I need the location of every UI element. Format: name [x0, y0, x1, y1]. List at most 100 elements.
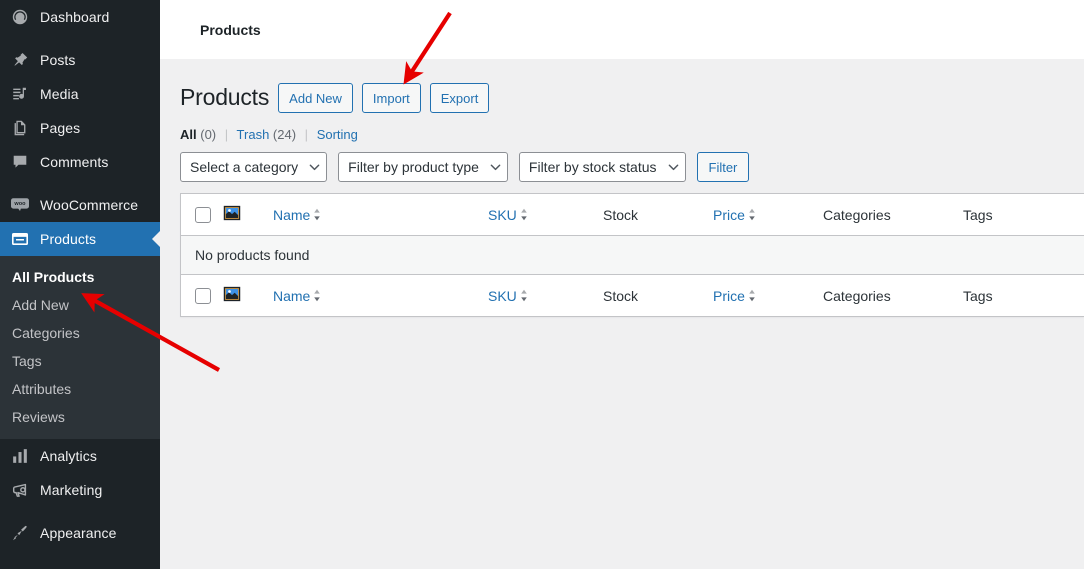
sidebar-item-comments[interactable]: Comments — [0, 145, 160, 179]
view-trash-link[interactable]: Trash — [237, 127, 270, 142]
sidebar-item-label: Products — [40, 231, 97, 247]
admin-screen: Dashboard Posts Media Pages Comments woo WooCo… — [0, 0, 1084, 569]
column-label: Categories — [823, 206, 891, 223]
main-content: Products Add New Import Export All (0) |… — [160, 59, 1084, 569]
column-tags: Tags — [963, 194, 1084, 236]
breadcrumb: Products — [200, 22, 261, 38]
sidebar-item-media[interactable]: Media — [0, 77, 160, 111]
sidebar-separator — [0, 179, 160, 188]
column-label: Stock — [603, 206, 639, 223]
sidebar-item-woocommerce[interactable]: woo WooCommerce — [0, 188, 160, 222]
column-label: SKU — [488, 287, 517, 304]
column-label: Name — [273, 287, 311, 304]
import-button[interactable]: Import — [361, 83, 421, 113]
sort-indicator-icon — [313, 289, 321, 302]
column-checkbox[interactable] — [181, 194, 223, 236]
top-bar: Products — [160, 0, 1084, 59]
column-thumbnail — [223, 194, 273, 236]
submenu-item-categories[interactable]: Categories — [0, 319, 160, 347]
column-price[interactable]: Price — [713, 194, 823, 236]
pin-icon — [10, 50, 30, 70]
table-footer-row: Name SKU Stock Price Categories Tags — [181, 274, 1084, 316]
submenu-item-tags[interactable]: Tags — [0, 347, 160, 375]
admin-sidebar: Dashboard Posts Media Pages Comments woo WooCo… — [0, 0, 160, 569]
column-price-sort-link[interactable]: Price — [713, 207, 756, 223]
product-type-filter-select[interactable]: Filter by product type — [338, 152, 508, 182]
sidebar-item-label: Pages — [40, 120, 81, 136]
sidebar-item-posts[interactable]: Posts — [0, 43, 160, 77]
products-table: Name SKU Stock Price Categories Tags No produ… — [180, 193, 1084, 317]
thumbnail-icon — [223, 204, 241, 222]
product-type-filter-value: Filter by product type — [348, 159, 479, 175]
column-label: Price — [713, 287, 745, 304]
page-title: Products — [180, 84, 270, 111]
view-filter-links: All (0) | Trash (24) | Sorting — [180, 127, 1084, 142]
products-icon — [10, 229, 30, 249]
sort-indicator-icon — [520, 289, 528, 302]
submenu-item-add-new[interactable]: Add New — [0, 291, 160, 319]
thumbnail-icon — [223, 285, 241, 303]
category-filter-select[interactable]: Select a category — [180, 152, 328, 182]
pages-icon — [10, 118, 30, 138]
column-thumbnail — [223, 274, 273, 316]
select-all-checkbox[interactable] — [195, 287, 211, 304]
sidebar-item-dashboard[interactable]: Dashboard — [0, 0, 160, 34]
column-name-sort-link[interactable]: Name — [273, 207, 321, 223]
select-all-checkbox[interactable] — [195, 206, 211, 223]
submenu-item-reviews[interactable]: Reviews — [0, 403, 160, 431]
view-all-label[interactable]: All — [180, 127, 197, 142]
column-categories: Categories — [823, 194, 963, 236]
table-empty-row: No products found — [181, 235, 1084, 275]
sidebar-item-appearance[interactable]: Appearance — [0, 516, 160, 550]
filter-bar: Select a category Filter by product type… — [180, 152, 1084, 182]
column-sku-sort-link[interactable]: SKU — [488, 288, 528, 304]
view-sorting-link[interactable]: Sorting — [317, 127, 358, 142]
empty-message: No products found — [181, 235, 1084, 275]
products-submenu: All Products Add New Categories Tags Attribu… — [0, 256, 160, 439]
submenu-item-attributes[interactable]: Attributes — [0, 375, 160, 403]
column-name[interactable]: Name — [273, 194, 488, 236]
svg-text:woo: woo — [13, 201, 26, 207]
chevron-down-icon — [668, 162, 678, 171]
table-head: Name SKU Stock Price Categories Tags — [181, 194, 1084, 236]
column-stock: Stock — [603, 194, 713, 236]
sidebar-separator — [0, 507, 160, 516]
megaphone-icon — [10, 480, 30, 500]
sidebar-item-label: Analytics — [40, 448, 97, 464]
sidebar-menu-bottom: Analytics Marketing Appearance — [0, 439, 160, 550]
sort-indicator-icon — [313, 208, 321, 221]
category-filter-value: Select a category — [190, 159, 299, 175]
column-price-sort-link[interactable]: Price — [713, 288, 756, 304]
media-icon — [10, 84, 30, 104]
filter-button[interactable]: Filter — [696, 152, 750, 182]
chevron-down-icon — [490, 162, 501, 171]
column-price[interactable]: Price — [713, 274, 823, 316]
sidebar-item-products[interactable]: Products — [0, 222, 160, 256]
submenu-item-all-products[interactable]: All Products — [0, 263, 160, 291]
page-heading-row: Products Add New Import Export — [180, 81, 1084, 115]
sidebar-item-label: Dashboard — [40, 9, 110, 25]
add-new-button[interactable]: Add New — [278, 83, 353, 113]
stock-status-filter-select[interactable]: Filter by stock status — [518, 152, 686, 182]
sidebar-item-analytics[interactable]: Analytics — [0, 439, 160, 473]
sidebar-item-label: Marketing — [40, 482, 103, 498]
column-sku-sort-link[interactable]: SKU — [488, 207, 528, 223]
comment-icon — [10, 152, 30, 172]
export-button[interactable]: Export — [429, 83, 490, 113]
sidebar-item-label: Posts — [40, 52, 76, 68]
column-label: Name — [273, 206, 311, 223]
column-name-sort-link[interactable]: Name — [273, 288, 321, 304]
table-header-row: Name SKU Stock Price Categories Tags — [181, 194, 1084, 236]
sort-indicator-icon — [520, 208, 528, 221]
column-sku[interactable]: SKU — [488, 274, 603, 316]
column-label: Tags — [963, 287, 993, 304]
view-separator-2: | — [304, 127, 309, 142]
column-label: SKU — [488, 206, 517, 223]
sidebar-item-pages[interactable]: Pages — [0, 111, 160, 145]
sidebar-item-marketing[interactable]: Marketing — [0, 473, 160, 507]
column-name[interactable]: Name — [273, 274, 488, 316]
view-all-count: (0) — [200, 127, 217, 142]
view-trash-count: (24) — [272, 127, 297, 142]
column-checkbox[interactable] — [181, 274, 223, 316]
column-sku[interactable]: SKU — [488, 194, 603, 236]
